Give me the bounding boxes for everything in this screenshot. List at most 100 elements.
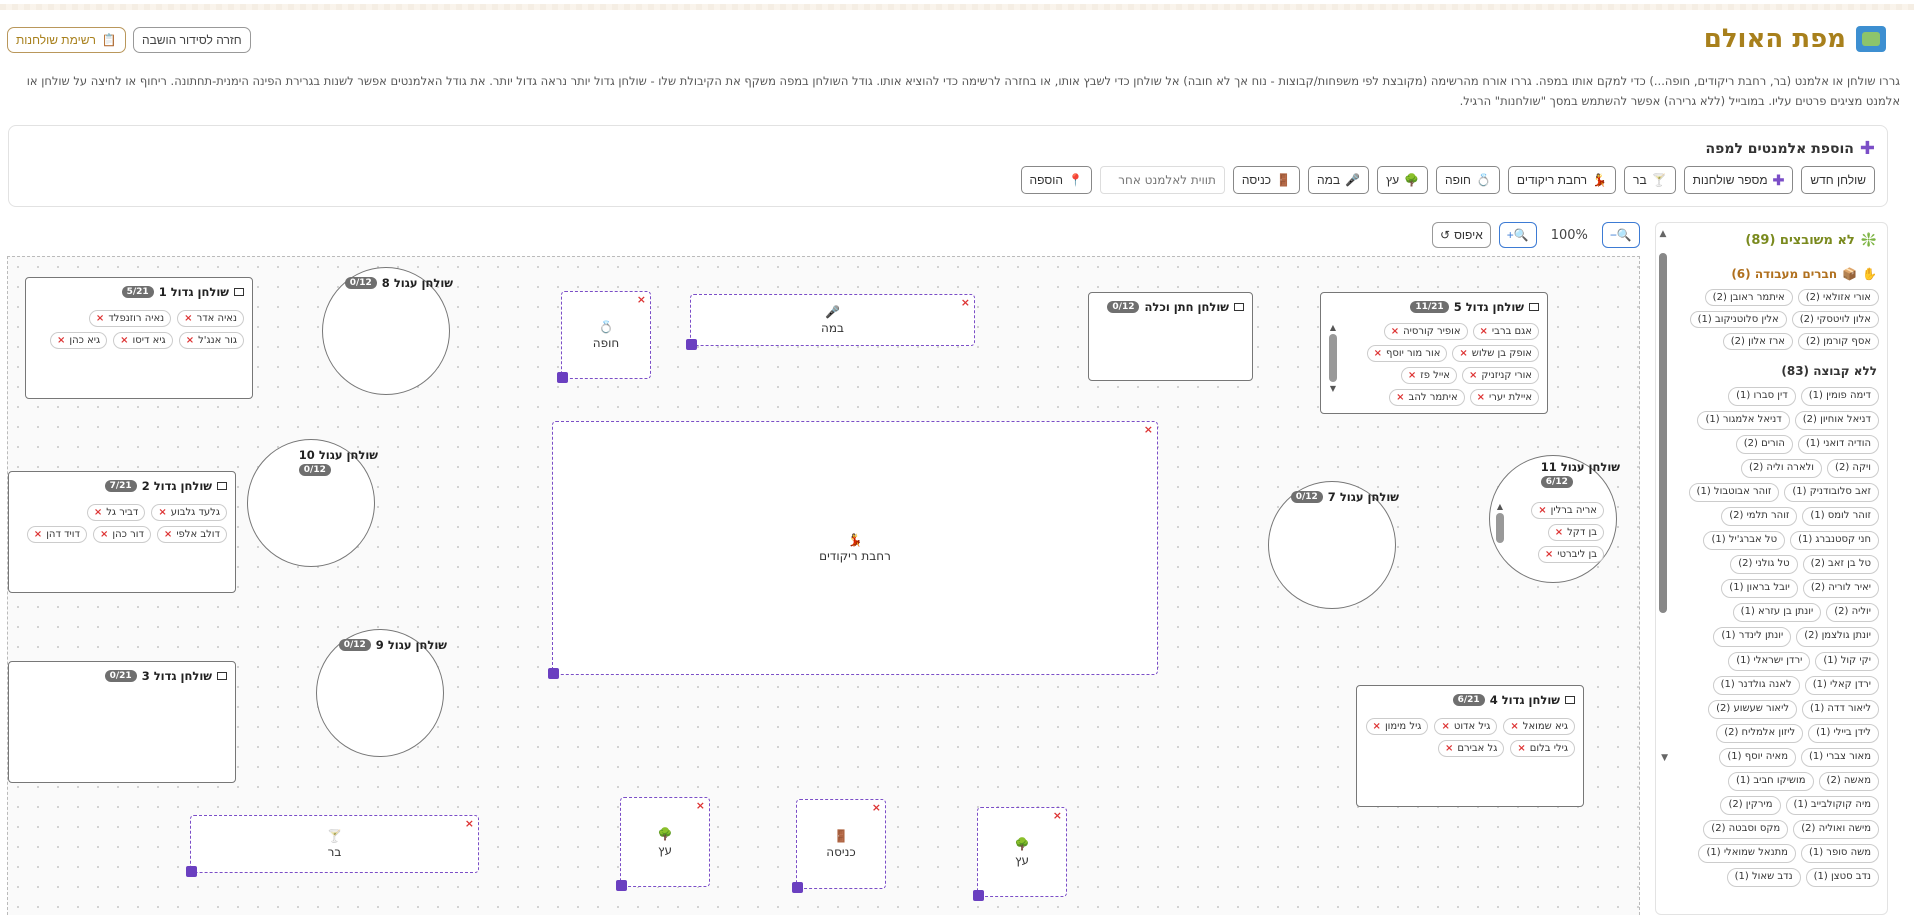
remove-icon[interactable]: × [1459, 348, 1467, 359]
zone-entrance[interactable]: × 🚪 כניסה [792, 799, 886, 893]
add-dance-floor-button[interactable]: 💃 רחבת ריקודים [1507, 166, 1617, 194]
guest-chip[interactable]: דולב אלפי × [156, 526, 227, 543]
guest-chip[interactable]: מיה קוקולבייב (1) [1785, 795, 1879, 815]
group-header-no-group[interactable]: ללא קבוצה (83) [1781, 364, 1877, 378]
table-round-11[interactable]: שולחן עגול 11 6/12 אריה ברלין × בן דקל × ב… [1489, 455, 1620, 583]
zoom-out-button[interactable]: −🔍 [1601, 222, 1640, 248]
sidebar-scrollbar[interactable]: ▲ [1658, 229, 1668, 908]
guest-chip[interactable]: יונתן בן עזרא (1) [1732, 603, 1822, 623]
zone-chuppah[interactable]: × 💍 חופה [557, 291, 651, 383]
add-entrance-button[interactable]: 🚪 כניסה [1232, 166, 1301, 194]
table-big-5[interactable]: שולחן גדול 5 11/21 אגם ברבי × אופיר קורסי… [1320, 292, 1548, 414]
remove-icon[interactable]: × [1445, 743, 1453, 754]
zone-stage[interactable]: × 🎤 במה [686, 294, 975, 350]
remove-icon[interactable]: × [1555, 527, 1563, 538]
guest-chip[interactable]: דין סברו (1) [1728, 387, 1796, 407]
table-big-4[interactable]: שולחן גדול 4 6/21 גיא שמואל × גיל אדוט × ג… [1356, 685, 1584, 807]
guest-chip[interactable]: דימה פומין (1) [1800, 387, 1879, 407]
guest-chip[interactable]: מירקין (2) [1720, 795, 1781, 815]
hall-map-canvas[interactable]: שולחן גדול 1 5/21 נאיה אדר × נאיה רוזנפלד… [7, 256, 1640, 915]
remove-icon[interactable]: × [158, 507, 166, 518]
back-to-seating-button[interactable]: חזרה לסידור הושבה [133, 27, 251, 53]
remove-icon[interactable]: × [1545, 549, 1553, 560]
remove-icon[interactable]: × [100, 529, 108, 540]
guest-chip[interactable]: נדב סטצן (1) [1805, 867, 1879, 887]
remove-icon[interactable]: × [1538, 505, 1546, 516]
guest-chip[interactable]: זאב סלובודניק (1) [1784, 483, 1879, 503]
delete-icon[interactable]: × [1144, 423, 1153, 436]
tables-list-button[interactable]: 📋 רשימת שולחנות [7, 27, 126, 53]
delete-icon[interactable]: × [872, 801, 881, 814]
guest-chip[interactable]: טל בן זאב (2) [1802, 555, 1879, 575]
guest-chip[interactable]: ליאור דדה (1) [1802, 699, 1879, 719]
unassigned-sidebar[interactable]: ❇️ לא משובצים (89) ▲ ▼ ✋ 📦 חברים מעבודה … [1655, 222, 1888, 915]
guest-chip[interactable]: גיא כהן × [49, 332, 108, 349]
resize-handle[interactable] [548, 668, 559, 679]
add-custom-button[interactable]: 📍 הוספה [1020, 166, 1092, 194]
guest-chip[interactable]: משה סופר (1) [1800, 843, 1879, 863]
add-bar-button[interactable]: 🍸 בר [1624, 166, 1676, 194]
guest-chip[interactable]: אור מור יוסף × [1366, 345, 1448, 362]
guest-chip[interactable]: גיא שמואל × [1503, 718, 1575, 735]
guest-chip[interactable]: מישה ואוליה (2) [1793, 819, 1879, 839]
table-bride-groom[interactable]: שולחן חתן וכלה 0/12 [1088, 292, 1253, 381]
guest-chip[interactable]: יובל בראון (1) [1721, 579, 1798, 599]
guest-chip[interactable]: אופיר קורסיה × [1383, 323, 1468, 340]
remove-icon[interactable]: × [94, 507, 102, 518]
guest-chip[interactable]: גל אבירם × [1437, 740, 1505, 757]
guest-chip[interactable]: זוהר תלמי (2) [1721, 507, 1798, 527]
scroll-up-icon[interactable]: ▲ [1660, 229, 1667, 239]
guest-chip[interactable]: דור כהן × [92, 526, 151, 543]
custom-label-input[interactable] [1099, 166, 1225, 194]
delete-icon[interactable]: × [637, 293, 646, 306]
scroll-thumb[interactable] [1496, 513, 1504, 543]
guest-chip[interactable]: מתנאל שמואלי (1) [1698, 843, 1796, 863]
guest-chip[interactable]: מאיה יוסף (1) [1719, 747, 1797, 767]
guest-chip[interactable]: גיל מימון × [1365, 718, 1429, 735]
guest-chip[interactable]: גיל אדוט × [1434, 718, 1498, 735]
guest-chip[interactable]: גיא דיסו × [113, 332, 173, 349]
remove-icon[interactable]: × [1396, 392, 1404, 403]
table-round-9[interactable]: שולחן עגול 9 0/12 [316, 629, 447, 757]
add-chuppah-button[interactable]: 💍 חופה [1436, 166, 1500, 194]
remove-icon[interactable]: × [1441, 721, 1449, 732]
remove-icon[interactable]: × [164, 529, 172, 540]
remove-icon[interactable]: × [120, 335, 128, 346]
scroll-up-icon[interactable]: ▲ [1330, 323, 1336, 332]
remove-icon[interactable]: × [1480, 326, 1488, 337]
resize-handle[interactable] [973, 890, 984, 901]
guest-chip[interactable]: טל גולני (2) [1730, 555, 1798, 575]
guest-chip[interactable]: יאיר לוריה (2) [1802, 579, 1879, 599]
delete-icon[interactable]: × [465, 817, 474, 830]
guest-chip[interactable]: דניאל אוחיון (2) [1794, 411, 1879, 431]
group-header-work[interactable]: ✋ 📦 חברים מעבודה (6) [1731, 267, 1877, 281]
scroll-down-icon[interactable]: ▼ [1658, 745, 1668, 764]
guest-chip[interactable]: נדב שאול (1) [1726, 867, 1801, 887]
guest-chip[interactable]: אורי קניזניק × [1462, 367, 1539, 384]
guest-chip[interactable]: בן ליברטי × [1537, 546, 1604, 563]
table-scrollbar[interactable]: ▲ ▼ [1329, 323, 1337, 393]
add-tree-button[interactable]: 🌳 עץ [1377, 166, 1429, 194]
delete-icon[interactable]: × [696, 799, 705, 812]
zone-tree[interactable]: × 🌳 עץ [973, 807, 1067, 901]
guest-chip[interactable]: יונתן גולצמן (2) [1796, 627, 1879, 647]
delete-icon[interactable]: × [1053, 809, 1062, 822]
remove-icon[interactable]: × [57, 335, 65, 346]
guest-chip[interactable]: איתמר ראובן (2) [1704, 289, 1793, 306]
remove-icon[interactable]: × [1373, 721, 1381, 732]
guest-chip[interactable]: ארז אלון (2) [1722, 333, 1793, 350]
guest-chip[interactable]: אגם ברבי × [1472, 323, 1539, 340]
guest-chip[interactable]: ולארה וליה (2) [1741, 459, 1823, 479]
guest-chip[interactable]: נאיה אדר × [177, 310, 244, 327]
table-big-2[interactable]: שולחן גדול 2 7/21 גלעד גלבוע × דביר גל × ד… [8, 471, 236, 593]
guest-chip[interactable]: בן דקל × [1547, 524, 1604, 541]
guest-chip[interactable]: איילת יערי × [1469, 389, 1539, 406]
guest-chip[interactable]: מאשה (2) [1818, 771, 1879, 791]
guest-chip[interactable]: אריה ברלין × [1531, 502, 1604, 519]
guest-chip[interactable]: ירדן קאלי (1) [1804, 675, 1879, 695]
remove-icon[interactable]: × [96, 313, 104, 324]
remove-icon[interactable]: × [1391, 326, 1399, 337]
scroll-thumb[interactable] [1329, 334, 1337, 382]
zoom-in-button[interactable]: +🔍 [1498, 222, 1537, 248]
table-big-3[interactable]: שולחן גדול 3 0/21 [8, 661, 236, 783]
